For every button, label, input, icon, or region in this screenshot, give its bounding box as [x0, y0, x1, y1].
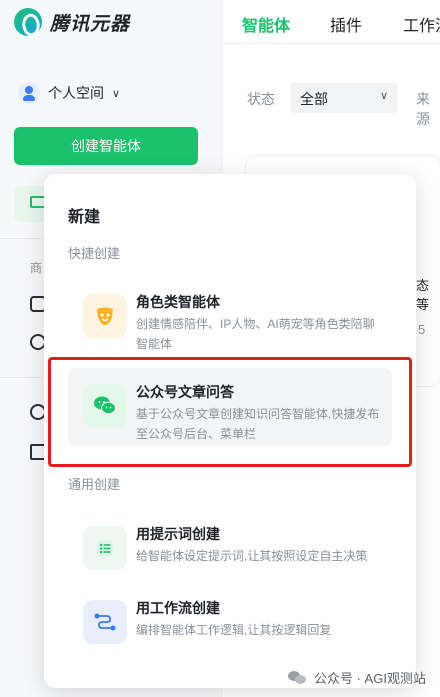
- agent-card-text: 态等: [416, 278, 430, 312]
- workflow-icon: [83, 600, 127, 644]
- wechat-article-qa-option[interactable]: 公众号文章问答 基于公众号文章创建知识问答智能体,快捷发布至公众号后台、菜单栏: [68, 368, 392, 446]
- option-title: 角色类智能体: [136, 294, 220, 310]
- space-label: 个人空间: [48, 85, 104, 101]
- option-description: 创建情感陪伴、IP人物、AI萌宠等角色类陪聊智能体: [136, 317, 375, 351]
- user-avatar-icon: [18, 82, 40, 104]
- option-title: 公众号文章问答: [136, 384, 234, 400]
- status-select-value: 全部: [300, 91, 328, 107]
- tab-workflows[interactable]: 工作流: [403, 12, 440, 36]
- tab-plugins[interactable]: 插件: [330, 12, 362, 36]
- prompt-create-option[interactable]: 用提示词创建 给智能体设定提示词,让其按照设定自主决策: [68, 510, 392, 588]
- popup-title: 新建: [68, 209, 101, 226]
- option-description: 基于公众号文章创建知识问答智能体,快捷发布至公众号后台、菜单栏: [136, 407, 380, 441]
- mask-icon: [83, 294, 127, 338]
- tab-agents[interactable]: 智能体: [242, 12, 290, 36]
- quick-create-label: 快捷创建: [68, 246, 121, 261]
- wechat-icon: [288, 670, 308, 685]
- brand-logo[interactable]: 腾讯元器: [14, 8, 130, 36]
- status-filter-label: 状态: [247, 91, 275, 107]
- top-nav: 智能体 插件 工作流: [222, 0, 440, 44]
- chevron-down-icon: ∨: [112, 87, 121, 100]
- general-create-label: 通用创建: [68, 477, 121, 492]
- workflow-create-option[interactable]: 用工作流创建 编排智能体工作逻辑,让其按逻辑回复: [68, 584, 392, 662]
- watermark: 公众号 · AGI观测站: [288, 668, 426, 687]
- option-title: 用工作流创建: [136, 600, 220, 616]
- create-menu-popup: 新建 快捷创建 角色类智能体 创建情感陪伴、IP人物、AI萌宠等角色类陪聊智能体: [44, 174, 416, 688]
- agent-card-count: 5: [418, 322, 426, 337]
- status-select[interactable]: 全部 ∨: [290, 83, 398, 113]
- role-agent-option[interactable]: 角色类智能体 创建情感陪伴、IP人物、AI萌宠等角色类陪聊智能体: [68, 278, 392, 356]
- option-title: 用提示词创建: [136, 526, 220, 542]
- brand-logo-icon: [14, 8, 42, 36]
- brand-name: 腾讯元器: [50, 13, 131, 35]
- source-filter-label: 来源: [416, 91, 430, 127]
- wechat-icon: [83, 384, 127, 428]
- option-description: 编排智能体工作逻辑,让其按逻辑回复: [136, 623, 332, 637]
- option-description: 给智能体设定提示词,让其按照设定自主决策: [136, 549, 368, 563]
- sidebar-section-label: 商: [30, 261, 43, 275]
- watermark-text: 公众号 · AGI观测站: [314, 671, 426, 686]
- create-agent-button[interactable]: 创建智能体: [14, 127, 198, 165]
- list-icon: [83, 526, 127, 570]
- space-switcher[interactable]: 个人空间 ∨: [18, 82, 120, 104]
- chevron-down-icon: ∨: [379, 90, 388, 102]
